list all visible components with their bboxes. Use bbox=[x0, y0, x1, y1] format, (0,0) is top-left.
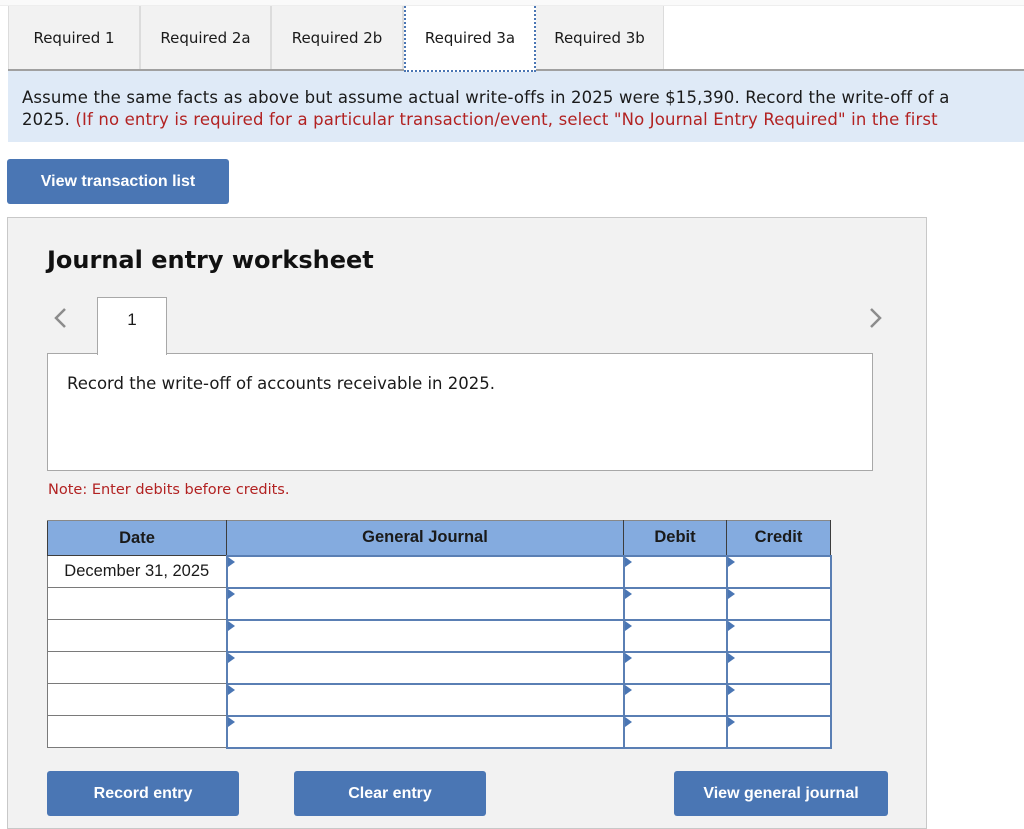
table-row: December 31, 2025 bbox=[47, 554, 832, 589]
date-cell[interactable]: December 31, 2025 bbox=[47, 555, 227, 588]
date-cell[interactable] bbox=[47, 651, 227, 684]
credit-input[interactable] bbox=[725, 714, 832, 749]
entry-description-box: Record the write-off of accounts receiva… bbox=[47, 353, 873, 471]
table-row bbox=[47, 650, 832, 685]
view-transaction-list-button[interactable]: View transaction list bbox=[7, 159, 229, 204]
date-cell[interactable] bbox=[47, 619, 227, 652]
table-row bbox=[47, 586, 832, 621]
instructions-panel: Assume the same facts as above but assum… bbox=[8, 69, 1024, 142]
entry-tab-1[interactable]: 1 bbox=[97, 297, 167, 355]
tab-required-3a[interactable]: Required 3a bbox=[404, 6, 536, 72]
journal-table: Date General Journal Debit Credit Decemb… bbox=[47, 520, 832, 749]
chevron-left-icon[interactable] bbox=[51, 303, 71, 333]
date-cell[interactable] bbox=[47, 683, 227, 716]
account-input[interactable] bbox=[225, 554, 625, 589]
tab-required-2b[interactable]: Required 2b bbox=[272, 6, 404, 70]
account-input[interactable] bbox=[225, 714, 625, 749]
entry-description: Record the write-off of accounts receiva… bbox=[67, 374, 495, 393]
chevron-right-icon[interactable] bbox=[866, 303, 886, 333]
debit-input[interactable] bbox=[622, 554, 728, 589]
date-cell[interactable] bbox=[47, 715, 227, 748]
date-column-header: Date bbox=[47, 520, 227, 556]
view-general-journal-button[interactable]: View general journal bbox=[674, 771, 888, 816]
worksheet-title: Journal entry worksheet bbox=[47, 246, 374, 274]
table-row bbox=[47, 618, 832, 653]
credit-input[interactable] bbox=[725, 682, 832, 717]
debit-input[interactable] bbox=[622, 618, 728, 653]
date-cell[interactable] bbox=[47, 587, 227, 620]
clear-entry-button[interactable]: Clear entry bbox=[294, 771, 486, 816]
tab-required-1[interactable]: Required 1 bbox=[8, 6, 141, 70]
credit-column-header: Credit bbox=[726, 520, 831, 556]
account-input[interactable] bbox=[225, 650, 625, 685]
table-row bbox=[47, 682, 832, 717]
tab-required-2a[interactable]: Required 2a bbox=[141, 6, 272, 70]
general-journal-column-header: General Journal bbox=[226, 520, 624, 556]
debit-input[interactable] bbox=[622, 650, 728, 685]
instructions-line-1: Assume the same facts as above but assum… bbox=[22, 88, 950, 107]
debit-input[interactable] bbox=[622, 714, 728, 749]
record-entry-button[interactable]: Record entry bbox=[47, 771, 239, 816]
account-input[interactable] bbox=[225, 586, 625, 621]
credit-input[interactable] bbox=[725, 618, 832, 653]
tab-required-3b[interactable]: Required 3b bbox=[536, 6, 664, 70]
account-input[interactable] bbox=[225, 618, 625, 653]
debits-before-credits-note: Note: Enter debits before credits. bbox=[48, 482, 290, 498]
credit-input[interactable] bbox=[725, 650, 832, 685]
debit-input[interactable] bbox=[622, 682, 728, 717]
account-input[interactable] bbox=[225, 682, 625, 717]
journal-entry-worksheet: Journal entry worksheet 1 Record the wri… bbox=[7, 217, 927, 829]
instructions-line-2-text: 2025. bbox=[22, 110, 76, 129]
instructions-warning: (If no entry is required for a particula… bbox=[75, 110, 938, 129]
credit-input[interactable] bbox=[725, 586, 832, 621]
journal-header-row: Date General Journal Debit Credit bbox=[47, 520, 831, 556]
requirement-tabs: Required 1 Required 2a Required 2b Requi… bbox=[8, 6, 664, 72]
instructions-line-2: 2025. (If no entry is required for a par… bbox=[22, 109, 1024, 131]
debit-column-header: Debit bbox=[623, 520, 727, 556]
credit-input[interactable] bbox=[725, 554, 832, 589]
debit-input[interactable] bbox=[622, 586, 728, 621]
table-row bbox=[47, 714, 832, 749]
